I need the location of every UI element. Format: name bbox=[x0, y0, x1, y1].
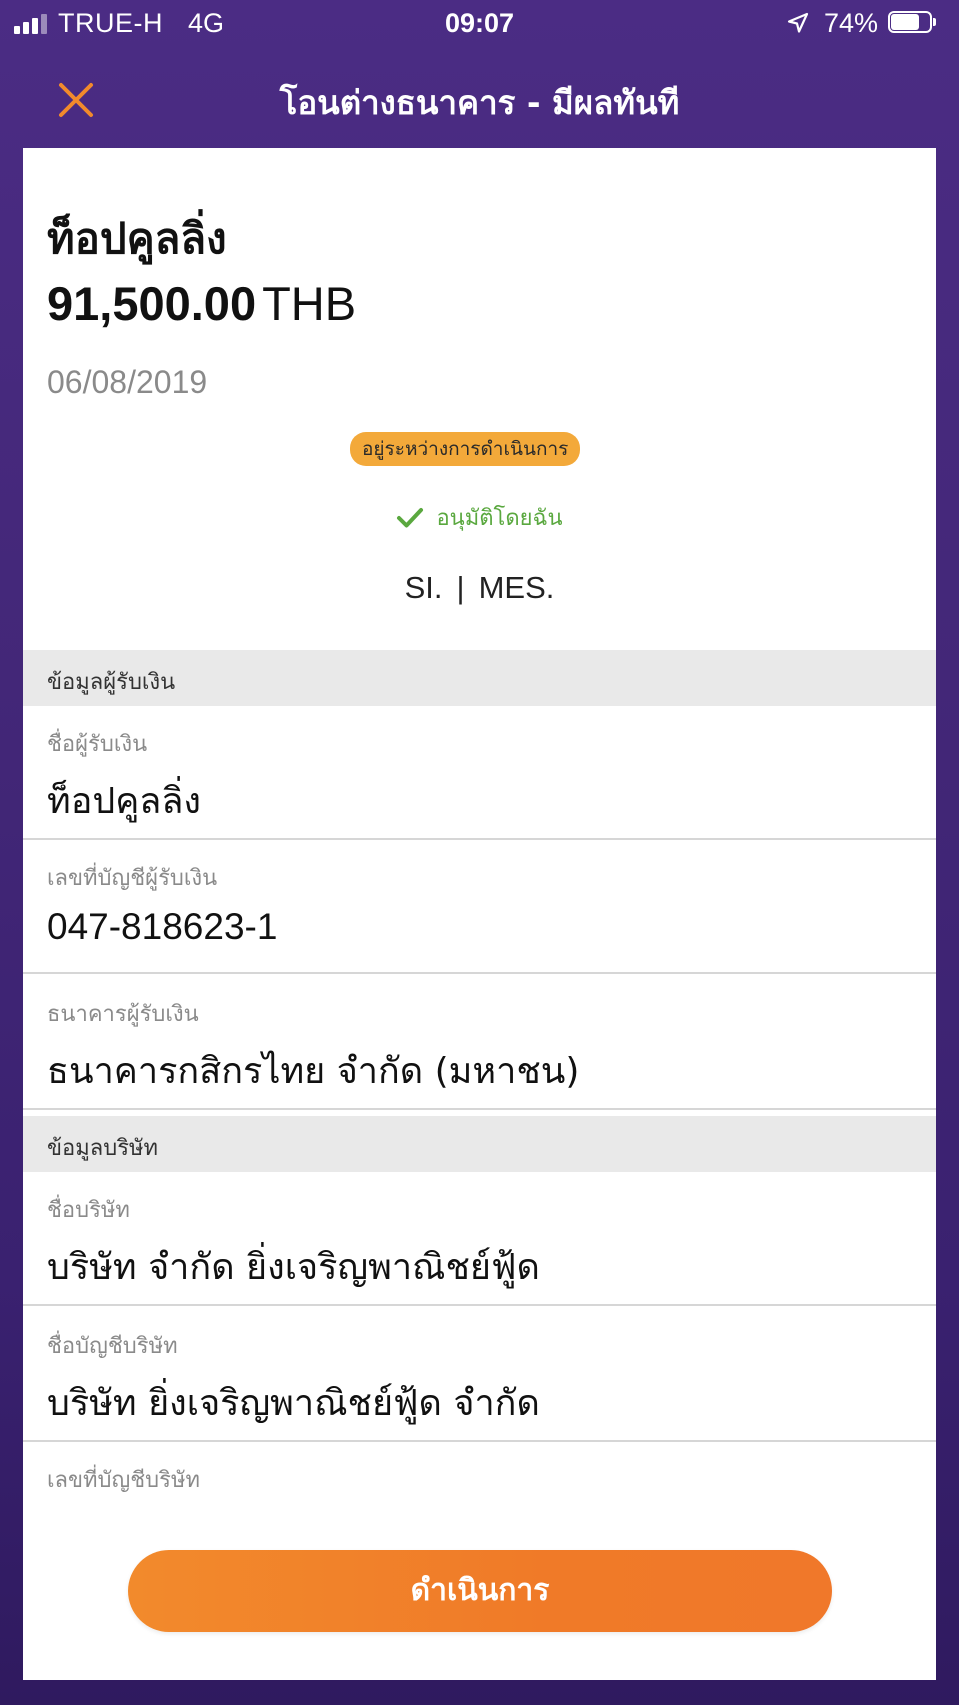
field-label: ชื่อผู้รับเงิน bbox=[47, 732, 148, 757]
battery-icon bbox=[888, 11, 938, 35]
transfer-date: 06/08/2019 bbox=[47, 364, 208, 400]
status-bar: TRUE-H 4G 09:07 74% bbox=[0, 0, 959, 50]
proceed-button[interactable]: ดำเนินการ bbox=[128, 1550, 832, 1632]
section-header-label: ข้อมูลบริษัท bbox=[47, 1136, 159, 1161]
page-title: โอนต่างธนาคาร - มีผลทันที bbox=[279, 83, 680, 122]
field-company-name: ชื่อบริษัท บริษัท จำกัด ยิ่งเจริญพาณิชย์… bbox=[23, 1172, 936, 1306]
nav-bar: โอนต่างธนาคาร - มีผลทันที bbox=[0, 50, 959, 148]
reference-separator: | bbox=[456, 570, 465, 605]
section-header-label: ข้อมูลผู้รับเงิน bbox=[47, 670, 176, 695]
location-arrow-icon bbox=[787, 12, 809, 33]
field-label: ธนาคารผู้รับเงิน bbox=[47, 1002, 199, 1027]
reference-left: SI. bbox=[404, 570, 443, 605]
field-value: บริษัท จำกัด ยิ่งเจริญพาณิชย์ฟู้ด bbox=[47, 1247, 540, 1288]
field-value: ท็อปคูลลิ่ง bbox=[47, 781, 201, 822]
status-badge: อยู่ระหว่างการดำเนินการ bbox=[350, 432, 581, 466]
battery-percentage: 74% bbox=[824, 8, 879, 38]
approval-row: อนุมัติโดยฉัน bbox=[23, 500, 936, 535]
field-label: ชื่อบัญชีบริษัท bbox=[47, 1334, 178, 1359]
approval-text: อนุมัติโดยฉัน bbox=[436, 506, 563, 531]
reference-row: SI. | MES. bbox=[23, 570, 936, 606]
field-label: เลขที่บัญชีบริษัท bbox=[47, 1468, 200, 1493]
amount-value: 91,500.00 bbox=[47, 277, 257, 330]
field-payee-account-number: เลขที่บัญชีผู้รับเงิน 047-818623-1 bbox=[23, 840, 936, 974]
amount-line: 91,500.00 THB bbox=[47, 276, 356, 331]
currency-code: THB bbox=[262, 277, 357, 330]
field-payee-bank: ธนาคารผู้รับเงิน ธนาคารกสิกรไทย จำกัด (ม… bbox=[23, 976, 936, 1110]
section-header-company: ข้อมูลบริษัท bbox=[23, 1116, 936, 1172]
status-time: 09:07 bbox=[444, 8, 515, 38]
field-label: เลขที่บัญชีผู้รับเงิน bbox=[47, 866, 218, 891]
field-value: บริษัท ยิ่งเจริญพาณิชย์ฟู้ด จำกัด bbox=[47, 1383, 540, 1424]
field-value: 047-818623-1 bbox=[47, 906, 278, 947]
field-company-account-name: ชื่อบัญชีบริษัท บริษัท ยิ่งเจริญพาณิชย์ฟ… bbox=[23, 1308, 936, 1442]
field-value: ธนาคารกสิกรไทย จำกัด (มหาชน) bbox=[47, 1051, 580, 1092]
reference-right: MES. bbox=[478, 570, 555, 605]
transfer-detail-card: ท็อปคูลลิ่ง 91,500.00 THB 06/08/2019 อยู่… bbox=[23, 148, 936, 1680]
check-icon bbox=[397, 507, 424, 527]
section-header-payee: ข้อมูลผู้รับเงิน bbox=[23, 650, 936, 706]
field-label: ชื่อบริษัท bbox=[47, 1198, 130, 1223]
payee-title: ท็อปคูลลิ่ง bbox=[47, 214, 227, 263]
field-payee-name: ชื่อผู้รับเงิน ท็อปคูลลิ่ง bbox=[23, 706, 936, 840]
